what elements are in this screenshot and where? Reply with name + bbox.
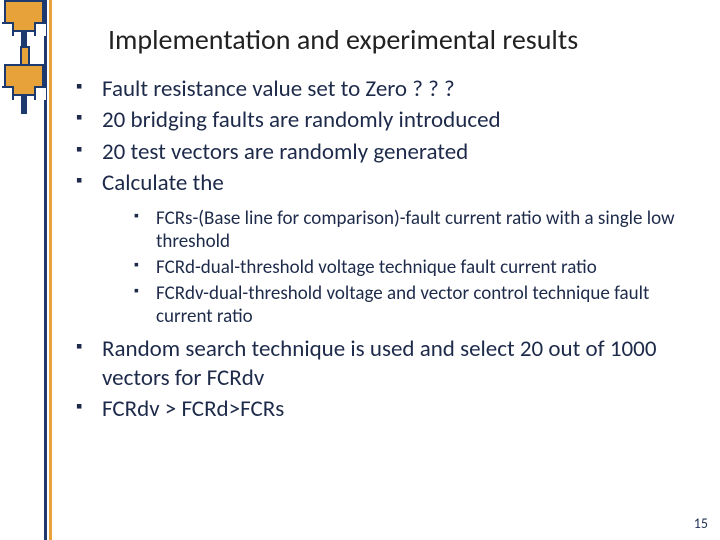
page-number: 15 bbox=[694, 515, 708, 532]
bullet-item: 20 bridging faults are randomly introduc… bbox=[76, 106, 708, 135]
bullet-item: FCRdv > FCRd>FCRs bbox=[76, 395, 708, 424]
decorative-sidebar bbox=[0, 0, 54, 540]
slide-title: Implementation and experimental results bbox=[108, 22, 708, 57]
bullet-item: 20 test vectors are randomly generated bbox=[76, 138, 708, 167]
sub-bullet-list: FCRs-(Base line for comparison)-fault cu… bbox=[102, 207, 708, 329]
bullet-item: Fault resistance value set to Zero ? ? ? bbox=[76, 75, 708, 104]
bullet-item: Random search technique is used and sele… bbox=[76, 335, 708, 394]
slide-content: Implementation and experimental results … bbox=[68, 0, 708, 427]
sub-bullet-item: FCRd-dual-threshold voltage technique fa… bbox=[134, 256, 708, 279]
sub-bullet-item: FCRdv-dual-threshold voltage and vector … bbox=[134, 282, 708, 328]
bullet-text: Calculate the bbox=[102, 169, 224, 197]
bullet-list: Fault resistance value set to Zero ? ? ?… bbox=[68, 75, 708, 425]
sub-bullet-item: FCRs-(Base line for comparison)-fault cu… bbox=[134, 207, 708, 253]
bullet-item: Calculate the FCRs-(Base line for compar… bbox=[76, 169, 708, 328]
